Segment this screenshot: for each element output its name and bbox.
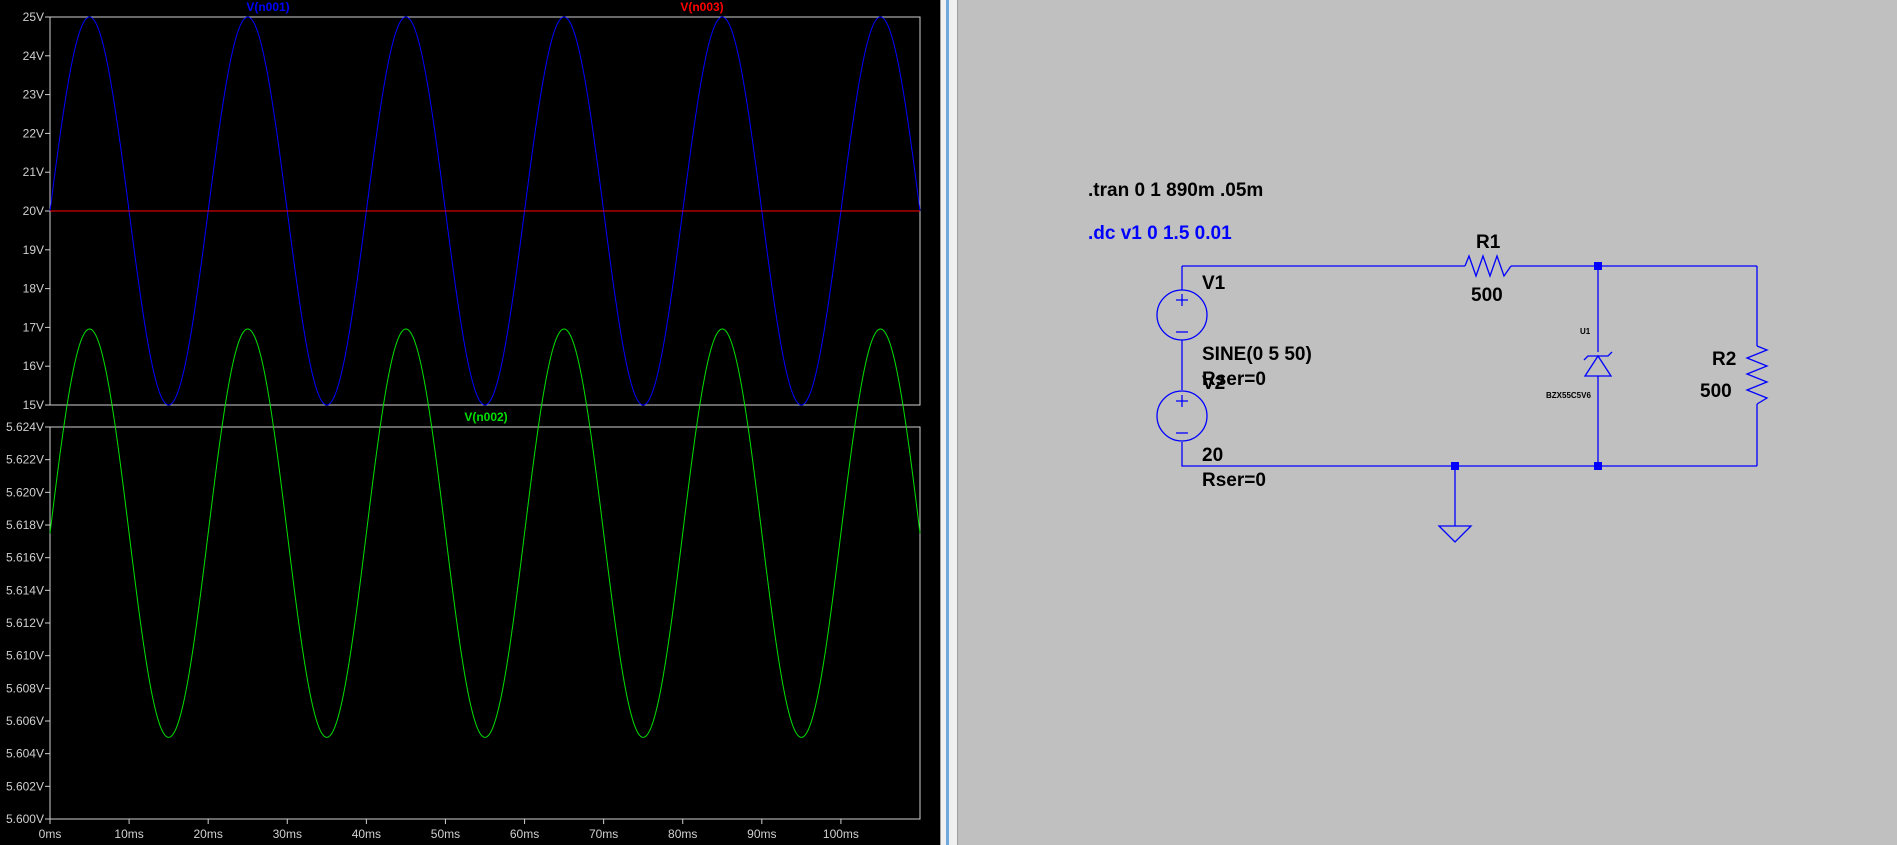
- y-tick-label: 5.612V: [6, 616, 44, 630]
- y-tick-label: 5.604V: [6, 747, 44, 761]
- x-tick-label: 80ms: [668, 827, 697, 841]
- voltage-source-v1[interactable]: [1156, 289, 1208, 341]
- x-tick-label: 70ms: [589, 827, 618, 841]
- x-tick-label: 0ms: [39, 827, 62, 841]
- y-tick-label: 23V: [23, 88, 44, 102]
- y-tick-label: 5.608V: [6, 681, 44, 695]
- r2-value[interactable]: 500: [1700, 381, 1732, 402]
- r1-name[interactable]: R1: [1476, 232, 1501, 253]
- v1-value[interactable]: SINE(0 5 50): [1202, 344, 1312, 365]
- y-tick-label: 20V: [23, 204, 44, 218]
- trace-v-n002[interactable]: [49, 328, 921, 738]
- y-tick-label: 18V: [23, 282, 44, 296]
- x-tick-label: 30ms: [273, 827, 302, 841]
- y-tick-label: 5.620V: [6, 485, 44, 499]
- voltage-source-v2[interactable]: [1156, 390, 1208, 442]
- y-tick-label: 5.602V: [6, 779, 44, 793]
- schematic-editor[interactable]: .tran 0 1 890m .05m .dc v1 0 1.5 0.01 V1…: [958, 0, 1897, 845]
- y-tick-label: 19V: [23, 243, 44, 257]
- y-tick-label: 25V: [23, 10, 44, 24]
- v1-rser[interactable]: Rser=0: [1202, 369, 1266, 390]
- x-tick-label: 100ms: [823, 827, 859, 841]
- x-tick-label: 90ms: [747, 827, 776, 841]
- trace-label-v-n001[interactable]: V(n001): [246, 0, 289, 14]
- x-tick-label: 40ms: [352, 827, 381, 841]
- y-tick-label: 21V: [23, 165, 44, 179]
- u1-part[interactable]: BZX55C5V6: [1546, 391, 1591, 400]
- y-tick-label: 5.622V: [6, 453, 44, 467]
- ground-icon[interactable]: [1437, 525, 1473, 543]
- y-tick-label: 15V: [23, 398, 44, 412]
- y-tick-label: 22V: [23, 126, 44, 140]
- y-tick-label: 5.614V: [6, 583, 44, 597]
- v2-rser[interactable]: Rser=0: [1202, 470, 1266, 491]
- top-y-axis: 25V 24V 23V 22V 21V 20V 19V 18V 17V 16V 15V: [23, 10, 50, 412]
- waveform-plot[interactable]: 25V 24V 23V 22V 21V 20V 19V 18V 17V 16V 15V V(n001…: [0, 0, 940, 845]
- y-tick-label: 5.618V: [6, 518, 44, 532]
- pane-splitter[interactable]: [940, 0, 958, 845]
- y-tick-label: 5.610V: [6, 649, 44, 663]
- y-tick-label: 5.624V: [6, 420, 44, 434]
- y-tick-label: 17V: [23, 320, 44, 334]
- splitter-bar[interactable]: [946, 0, 949, 845]
- junction-dot: [1594, 462, 1602, 470]
- x-tick-label: 20ms: [194, 827, 223, 841]
- top-plot-pane[interactable]: 25V 24V 23V 22V 21V 20V 19V 18V 17V 16V 15V V(n001…: [23, 0, 921, 412]
- junction-dot: [1594, 262, 1602, 270]
- y-tick-label: 5.600V: [6, 812, 44, 826]
- r1-value[interactable]: 500: [1471, 285, 1503, 306]
- trace-label-v-n003[interactable]: V(n003): [680, 0, 723, 14]
- x-tick-label: 10ms: [114, 827, 143, 841]
- y-tick-label: 24V: [23, 49, 44, 63]
- u1-name[interactable]: U1: [1580, 327, 1591, 336]
- resistor-r1[interactable]: [1464, 254, 1512, 278]
- x-axis: 0ms 10ms 20ms 30ms 40ms 50ms 60ms 70ms 80ms 90ms 1…: [39, 819, 859, 841]
- x-tick-label: 60ms: [510, 827, 539, 841]
- resistor-r2[interactable]: [1745, 345, 1769, 405]
- zener-diode-u1[interactable]: [1583, 351, 1613, 386]
- trace-label-v-n002[interactable]: V(n002): [464, 410, 507, 424]
- v2-value[interactable]: 20: [1202, 445, 1223, 466]
- schematic-canvas[interactable]: .tran 0 1 890m .05m .dc v1 0 1.5 0.01 V1…: [958, 0, 1897, 845]
- v1-name[interactable]: V1: [1202, 273, 1226, 294]
- junction-dot: [1451, 462, 1459, 470]
- y-tick-label: 5.606V: [6, 714, 44, 728]
- bottom-plot-frame: [49, 426, 921, 820]
- y-tick-label: 5.616V: [6, 551, 44, 565]
- waveform-viewer[interactable]: 25V 24V 23V 22V 21V 20V 19V 18V 17V 16V 15V V(n001…: [0, 0, 940, 845]
- bottom-plot-pane[interactable]: 5.624V 5.622V 5.620V 5.618V 5.616V 5.614V 5.61…: [6, 328, 921, 841]
- dc-directive[interactable]: .dc v1 0 1.5 0.01: [1088, 223, 1232, 244]
- wires[interactable]: [1181, 265, 1758, 526]
- wire[interactable]: [1181, 442, 1757, 467]
- r2-name[interactable]: R2: [1712, 349, 1736, 370]
- tran-directive[interactable]: .tran 0 1 890m .05m: [1088, 180, 1263, 201]
- bottom-y-axis: 5.624V 5.622V 5.620V 5.618V 5.616V 5.614V 5.61…: [6, 420, 50, 826]
- x-tick-label: 50ms: [431, 827, 460, 841]
- y-tick-label: 16V: [23, 359, 44, 373]
